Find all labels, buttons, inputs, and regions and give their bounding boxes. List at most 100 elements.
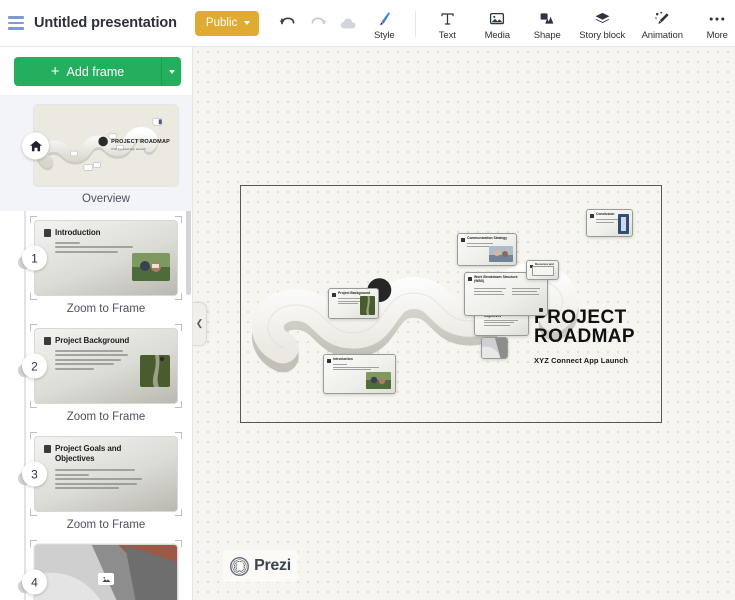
text-line xyxy=(55,241,81,244)
canvas-card-project-background[interactable]: Project Background xyxy=(328,288,379,319)
frame-1-caption[interactable]: Zoom to Frame xyxy=(34,303,178,315)
bullet-icon xyxy=(590,213,594,218)
card-heading: Communication Strategy xyxy=(458,234,516,242)
frame-4-thumb-wrap: 4 xyxy=(22,540,182,600)
ellipsis-icon xyxy=(708,9,726,28)
undo-icon[interactable] xyxy=(277,13,297,33)
tool-label: Story block xyxy=(579,30,626,41)
sidebar-item-overview[interactable]: PROJECT ROADMAP XYZ Connect App Launch O… xyxy=(0,95,192,211)
frames-list[interactable]: PROJECT ROADMAP XYZ Connect App Launch O… xyxy=(0,95,192,600)
card-inner-box xyxy=(532,266,554,276)
tool-text[interactable]: Text xyxy=(422,5,472,41)
bullet-icon xyxy=(332,292,336,297)
chevron-left-icon: ❮ xyxy=(195,318,204,328)
slide-body-lines xyxy=(35,463,177,490)
tool-animation[interactable]: Animation xyxy=(632,5,692,41)
prezi-wordmark: Prezi xyxy=(254,557,291,574)
slide-image xyxy=(140,355,170,387)
add-frame-button[interactable]: + Add frame xyxy=(14,57,161,86)
text-line xyxy=(55,469,135,472)
card-columns xyxy=(465,284,547,295)
card-heading: Introduction xyxy=(324,355,395,363)
text-line xyxy=(55,354,128,357)
hamburger-line xyxy=(8,27,24,30)
chevron-down-icon xyxy=(168,69,175,74)
text-line xyxy=(55,367,94,370)
frame-4-thumbnail[interactable] xyxy=(34,544,178,600)
slide-image xyxy=(132,253,170,281)
frame-1-thumbnail[interactable]: Introduction xyxy=(34,220,178,296)
hamburger-icon[interactable] xyxy=(8,10,24,36)
canvas-title-line-1: PROJECT xyxy=(534,307,627,328)
tool-style[interactable]: Style xyxy=(359,5,409,41)
cloud-save-icon[interactable] xyxy=(339,13,359,33)
add-frame-dropdown-button[interactable] xyxy=(161,57,181,86)
frames-sidebar: + Add frame PROJECT ROADMAP XYZ Connect … xyxy=(0,47,193,600)
frame-3-thumbnail[interactable]: Project Goals and Objectives xyxy=(34,436,178,512)
text-line xyxy=(596,219,618,221)
canvas-card-communication[interactable]: Communication Strategy xyxy=(457,233,517,266)
canvas-card-introduction[interactable]: Introduction xyxy=(323,354,396,394)
canvas-title-block[interactable]: PROJECT ROADMAP XYZ Connect App Launch xyxy=(534,308,635,365)
frame-number-badge: 3 xyxy=(22,461,47,487)
redo-icon[interactable] xyxy=(308,13,328,33)
prezi-logo[interactable]: Prezi xyxy=(223,550,298,582)
overview-thumb-title: PROJECT ROADMAP xyxy=(111,139,170,146)
text-line xyxy=(484,320,518,322)
text-line xyxy=(55,473,90,476)
text-line xyxy=(511,293,539,295)
frame-2-thumb-wrap: Project Background 2 xyxy=(22,324,182,408)
tool-shape[interactable]: Shape xyxy=(522,5,572,41)
sidebar-collapse-button[interactable]: ❮ xyxy=(193,301,207,346)
tool-more[interactable]: More xyxy=(692,5,735,41)
frame-number-badge: 4 xyxy=(22,569,47,595)
text-line xyxy=(474,290,502,292)
canvas-card-media-thumb[interactable] xyxy=(481,337,508,359)
bullet-icon xyxy=(44,445,51,453)
editor-canvas[interactable]: ❮ PROJECT ROADMAP XYZ Connect App Launch… xyxy=(193,47,735,600)
card-title: Introduction xyxy=(333,357,353,361)
text-icon xyxy=(440,9,455,28)
bullet-icon xyxy=(327,358,331,363)
card-title: Communication Strategy xyxy=(467,236,508,240)
sidebar-item-frame-2[interactable]: Project Background 2 Zoom to Frame xyxy=(0,319,192,427)
canvas-card-conclusion[interactable]: Conclusion xyxy=(586,209,633,237)
history-controls xyxy=(277,13,359,33)
slide-heading: Introduction xyxy=(35,221,177,238)
frame-2-thumbnail[interactable]: Project Background xyxy=(34,328,178,404)
app-header: Untitled presentation Public Style Text … xyxy=(0,0,735,47)
editor-body: + Add frame PROJECT ROADMAP XYZ Connect … xyxy=(0,47,735,600)
sidebar-item-frame-4[interactable]: 4 xyxy=(0,535,192,600)
text-line xyxy=(511,287,541,289)
text-line xyxy=(55,482,138,485)
tool-media[interactable]: Media xyxy=(472,5,522,41)
frame-2-caption[interactable]: Zoom to Frame xyxy=(34,411,178,423)
tool-story-block[interactable]: Story block xyxy=(572,5,632,41)
overview-thumbnail[interactable]: PROJECT ROADMAP XYZ Connect App Launch xyxy=(34,105,178,186)
presentation-title[interactable]: Untitled presentation xyxy=(34,15,177,31)
card-title: Work Breakdown Structure (WBS) xyxy=(474,275,518,283)
tool-label: Style xyxy=(373,30,395,41)
text-line xyxy=(596,221,614,223)
slide-title: Project Goals and Objectives xyxy=(55,444,122,463)
card-image xyxy=(366,372,391,389)
text-line xyxy=(333,368,371,370)
card-column xyxy=(474,287,506,295)
home-icon xyxy=(22,132,49,159)
canvas-title-line-2: ROADMAP xyxy=(534,326,635,348)
chevron-down-icon xyxy=(244,21,251,25)
tool-label: Text xyxy=(438,30,456,41)
text-line xyxy=(338,300,362,302)
bullet-icon xyxy=(44,229,51,237)
canvas-frame[interactable]: PROJECT ROADMAP XYZ Connect App Launch I… xyxy=(240,185,662,423)
visibility-button[interactable]: Public xyxy=(194,10,260,36)
plus-icon: + xyxy=(50,63,60,80)
sidebar-item-frame-3[interactable]: Project Goals and Objectives 3 Zoom to F… xyxy=(0,427,192,535)
media-image-icon xyxy=(489,9,505,28)
layers-icon xyxy=(594,9,611,28)
slide-heading: Project Background xyxy=(35,329,177,346)
canvas-card-resources[interactable]: Resources and Conflict xyxy=(526,260,559,280)
frame-3-caption[interactable]: Zoom to Frame xyxy=(34,519,178,531)
text-line xyxy=(55,349,124,352)
sidebar-item-frame-1[interactable]: Introduction 1 Zoom to Frame xyxy=(0,211,192,319)
